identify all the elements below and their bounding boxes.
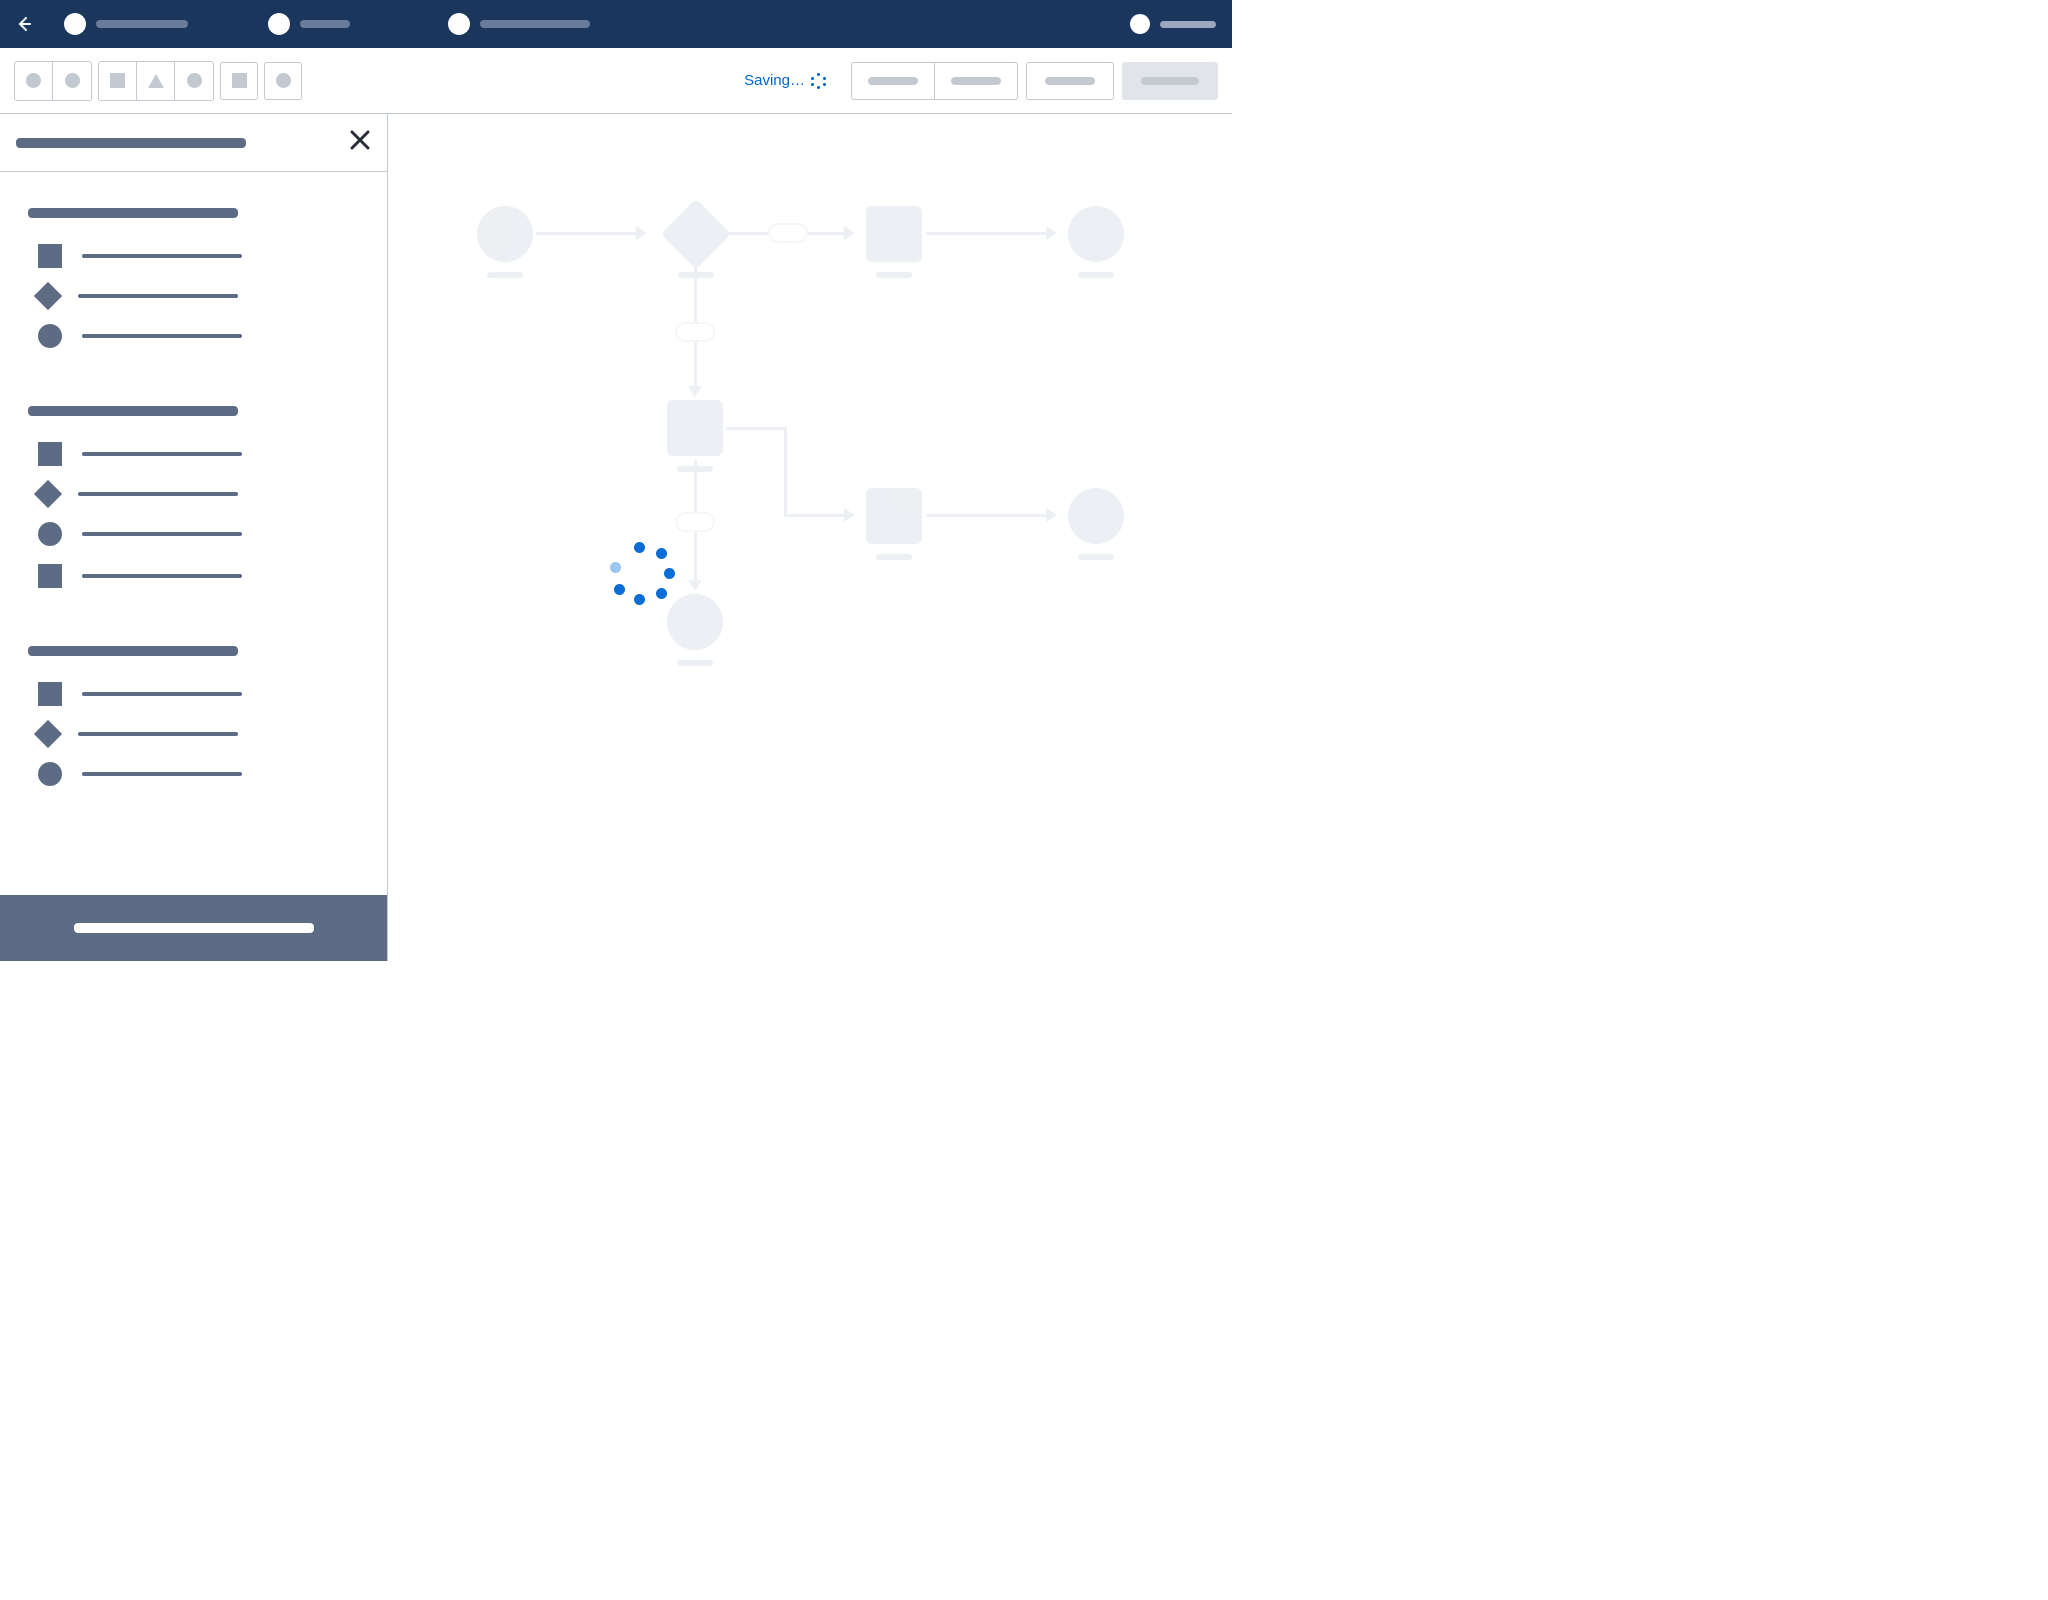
sidebar-body <box>0 172 387 895</box>
list-item[interactable] <box>38 324 359 348</box>
split-button-b[interactable] <box>935 63 1017 99</box>
close-button[interactable] <box>349 127 371 158</box>
sidebar-footer-button[interactable] <box>0 895 387 961</box>
tool-group-2 <box>98 61 214 101</box>
saving-label: Saving… <box>744 72 805 89</box>
item-label <box>82 574 242 578</box>
sidebar-title <box>16 138 246 148</box>
item-label <box>82 692 242 696</box>
section-heading <box>28 406 238 416</box>
close-icon <box>349 129 371 151</box>
main <box>0 114 1232 961</box>
tool-circle-button[interactable] <box>53 62 91 100</box>
circle-icon <box>38 762 62 786</box>
back-button[interactable] <box>0 0 48 48</box>
spinner-icon <box>811 73 827 89</box>
user-label <box>1160 21 1216 28</box>
footer-label <box>74 923 314 933</box>
sidebar <box>0 114 388 961</box>
item-label <box>78 294 238 298</box>
arrow-left-icon <box>15 15 33 33</box>
item-label <box>82 532 242 536</box>
avatar-icon <box>448 13 470 35</box>
list-item[interactable] <box>38 724 359 744</box>
button-label <box>951 77 1001 85</box>
circle-icon <box>187 73 202 88</box>
sidebar-header <box>0 114 387 172</box>
list-item[interactable] <box>38 762 359 786</box>
nav-user[interactable] <box>1114 0 1232 48</box>
tab-label <box>480 20 590 28</box>
nav-tab-2[interactable] <box>252 0 432 48</box>
nav-tab-3[interactable] <box>432 0 1114 48</box>
circle-icon <box>38 324 62 348</box>
toolbar-primary-button[interactable] <box>1122 62 1218 100</box>
list-item[interactable] <box>38 286 359 306</box>
toolbar: Saving… <box>0 48 1232 114</box>
loading-spinner-icon <box>614 542 678 606</box>
list-item[interactable] <box>38 522 359 546</box>
item-label <box>78 732 238 736</box>
button-label <box>1141 77 1199 85</box>
workflow-canvas[interactable] <box>388 114 1232 961</box>
circle-icon <box>26 73 41 88</box>
circle-icon <box>65 73 80 88</box>
section-heading <box>28 208 238 218</box>
list-item[interactable] <box>38 442 359 466</box>
saving-indicator: Saving… <box>744 72 827 89</box>
item-label <box>82 254 242 258</box>
button-label <box>868 77 918 85</box>
tool-square-button[interactable] <box>99 62 137 100</box>
toolbar-split-button <box>851 62 1018 100</box>
flowchart-background <box>388 114 1232 961</box>
top-navbar <box>0 0 1232 48</box>
circle-icon <box>276 73 291 88</box>
square-icon <box>38 564 62 588</box>
tool-triangle-button[interactable] <box>137 62 175 100</box>
list-item[interactable] <box>38 682 359 706</box>
diamond-icon <box>34 480 62 508</box>
split-button-a[interactable] <box>852 63 935 99</box>
section-heading <box>28 646 238 656</box>
diamond-icon <box>34 282 62 310</box>
list-item[interactable] <box>38 484 359 504</box>
square-icon <box>38 244 62 268</box>
tab-label <box>96 20 188 28</box>
diamond-icon <box>34 720 62 748</box>
square-icon <box>38 442 62 466</box>
item-label <box>82 334 242 338</box>
list-item[interactable] <box>38 244 359 268</box>
list-item[interactable] <box>38 564 359 588</box>
tool-circle-button[interactable] <box>175 62 213 100</box>
item-label <box>82 772 242 776</box>
tab-label <box>300 20 350 28</box>
item-label <box>78 492 238 496</box>
user-avatar-icon <box>1130 14 1150 34</box>
triangle-icon <box>148 74 164 88</box>
circle-icon <box>38 522 62 546</box>
tool-circle-button[interactable] <box>264 62 302 100</box>
item-label <box>82 452 242 456</box>
button-label <box>1045 77 1095 85</box>
tool-group-1 <box>14 61 92 101</box>
square-icon <box>38 682 62 706</box>
nav-tab-1[interactable] <box>48 0 252 48</box>
tool-square-button[interactable] <box>220 62 258 100</box>
avatar-icon <box>64 13 86 35</box>
toolbar-secondary-button[interactable] <box>1026 62 1114 100</box>
square-icon <box>110 73 125 88</box>
avatar-icon <box>268 13 290 35</box>
tool-circle-button[interactable] <box>15 62 53 100</box>
square-icon <box>232 73 247 88</box>
